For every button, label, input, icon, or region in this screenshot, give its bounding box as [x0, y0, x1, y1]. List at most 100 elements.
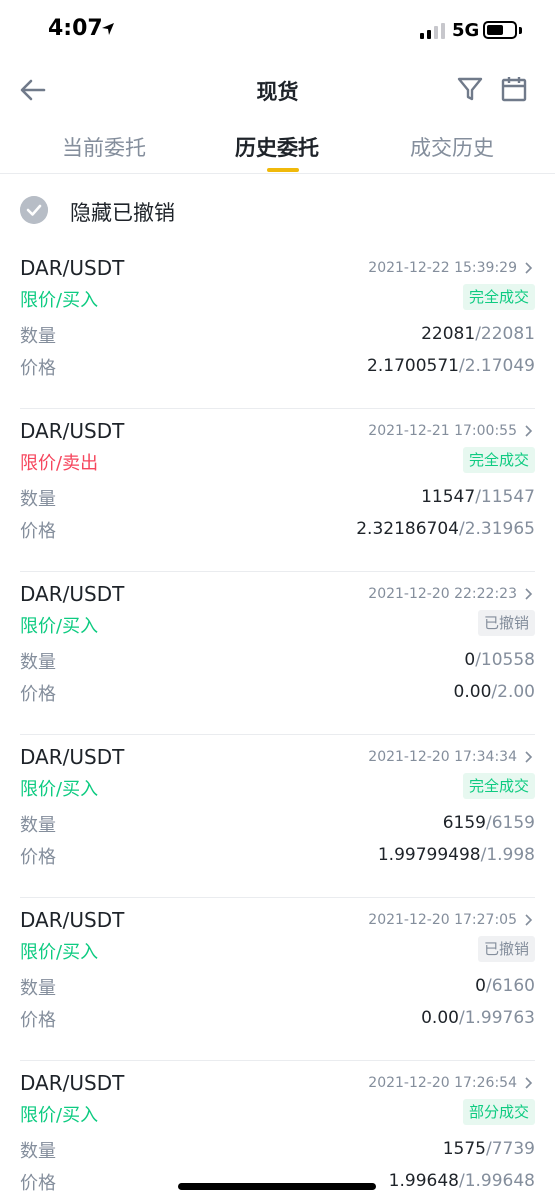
order-type: 限价/买入: [20, 942, 99, 963]
quantity-label: 数量: [20, 652, 56, 673]
price-order: /1.998: [480, 845, 535, 865]
price-value: 2.32186704/2.31965: [356, 519, 535, 539]
order-type: 限价/卖出: [20, 453, 99, 474]
price-value: 1.99799498/1.998: [378, 845, 535, 865]
quantity-total: /10558: [475, 650, 535, 670]
quantity-total: /7739: [486, 1139, 535, 1159]
quantity-filled: 6159: [442, 813, 486, 833]
hide-cancelled-label: 隐藏已撤销: [70, 201, 175, 225]
order-pair: DAR/USDT: [20, 256, 125, 280]
price-value: 0.00/2.00: [454, 682, 535, 702]
quantity-total: /22081: [475, 324, 535, 344]
chevron-right-icon: [525, 1077, 533, 1089]
chevron-right-icon: [525, 425, 533, 437]
quantity-label: 数量: [20, 489, 56, 510]
status-badge: 完全成交: [462, 447, 535, 473]
price-label: 价格: [20, 847, 56, 868]
quantity-value: 0/10558: [464, 650, 535, 670]
quantity-value: 11547/11547: [421, 487, 535, 507]
status-bar: 4:07 5G: [0, 0, 555, 60]
order-item[interactable]: DAR/USDT 2021-12-20 17:26:54 限价/买入 部分成交 …: [0, 1061, 555, 1200]
order-time: 2021-12-20 17:34:34: [368, 749, 517, 765]
order-type: 限价/买入: [20, 290, 99, 311]
price-average: 0.00: [453, 682, 492, 702]
price-average: 0.00: [421, 1008, 459, 1028]
active-tab-indicator: [267, 168, 299, 172]
price-order: /2.17049: [458, 356, 535, 376]
status-badge: 已撤销: [477, 610, 535, 636]
nav-bar: 现货: [0, 62, 555, 118]
quantity-filled: 22081: [421, 324, 476, 344]
chevron-right-icon: [525, 751, 533, 763]
status-badge: 完全成交: [462, 773, 535, 799]
filter-icon[interactable]: [455, 74, 485, 104]
order-type: 限价/买入: [20, 779, 99, 800]
status-time: 4:07: [48, 16, 103, 41]
price-order: /2.31965: [458, 519, 535, 539]
order-time: 2021-12-20 17:26:54: [368, 1075, 517, 1091]
chevron-right-icon: [525, 262, 533, 274]
quantity-filled: 1575: [442, 1139, 486, 1159]
quantity-value: 1575/7739: [443, 1139, 535, 1159]
tab-order-history[interactable]: 历史委托: [235, 132, 319, 162]
quantity-label: 数量: [20, 978, 56, 999]
price-order: /1.99648: [458, 1171, 535, 1191]
price-average: 2.1700571: [367, 356, 459, 376]
network-type: 5G: [452, 20, 480, 41]
order-item[interactable]: DAR/USDT 2021-12-22 15:39:29 限价/买入 完全成交 …: [0, 246, 555, 409]
price-label: 价格: [20, 1010, 56, 1031]
quantity-value: 0/6160: [475, 976, 535, 996]
location-arrow-icon: [102, 23, 114, 35]
order-type: 限价/买入: [20, 616, 99, 637]
tab-open-orders[interactable]: 当前委托: [62, 132, 146, 162]
order-pair: DAR/USDT: [20, 1071, 125, 1095]
price-value: 1.99648/1.99648: [389, 1171, 535, 1191]
signal-icon: [420, 23, 445, 39]
calendar-icon[interactable]: [499, 74, 529, 104]
status-badge: 完全成交: [462, 284, 535, 310]
price-average: 1.99799498: [377, 845, 481, 865]
order-pair: DAR/USDT: [20, 419, 125, 443]
price-value: 2.1700571/2.17049: [367, 356, 535, 376]
order-tabs: 当前委托 历史委托 成交历史: [0, 124, 555, 174]
quantity-total: /11547: [475, 487, 535, 507]
order-type: 限价/买入: [20, 1105, 99, 1126]
quantity-filled: 0: [464, 650, 476, 670]
quantity-total: /6160: [486, 976, 535, 996]
quantity-total: /6159: [486, 813, 535, 833]
price-order: /1.99763: [458, 1008, 535, 1028]
quantity-value: 6159/6159: [443, 813, 535, 833]
order-time: 2021-12-20 17:27:05: [368, 912, 517, 928]
price-label: 价格: [20, 358, 56, 379]
price-value: 0.00/1.99763: [421, 1008, 535, 1028]
order-time: 2021-12-22 15:39:29: [368, 260, 517, 276]
status-badge: 部分成交: [462, 1099, 535, 1125]
order-pair: DAR/USDT: [20, 745, 125, 769]
price-order: /2.00: [491, 682, 535, 702]
tab-trade-history[interactable]: 成交历史: [410, 132, 494, 162]
price-average: 2.32186704: [356, 519, 459, 539]
order-item[interactable]: DAR/USDT 2021-12-21 17:00:55 限价/卖出 完全成交 …: [0, 409, 555, 572]
order-pair: DAR/USDT: [20, 908, 125, 932]
price-average: 1.99648: [388, 1171, 459, 1191]
quantity-filled: 0: [475, 976, 486, 996]
order-time: 2021-12-21 17:00:55: [368, 423, 517, 439]
checkmark-icon[interactable]: [20, 196, 48, 224]
battery-tip: [519, 27, 522, 34]
quantity-label: 数量: [20, 815, 56, 836]
order-item[interactable]: DAR/USDT 2021-12-20 17:27:05 限价/买入 已撤销 数…: [0, 898, 555, 1061]
price-label: 价格: [20, 684, 56, 705]
status-badge: 已撤销: [477, 936, 535, 962]
chevron-right-icon: [525, 914, 533, 926]
chevron-right-icon: [525, 588, 533, 600]
home-indicator[interactable]: [178, 1183, 376, 1190]
order-item[interactable]: DAR/USDT 2021-12-20 17:34:34 限价/买入 完全成交 …: [0, 735, 555, 898]
price-label: 价格: [20, 1173, 56, 1194]
order-item[interactable]: DAR/USDT 2021-12-20 22:22:23 限价/买入 已撤销 数…: [0, 572, 555, 735]
order-pair: DAR/USDT: [20, 582, 125, 606]
quantity-label: 数量: [20, 326, 56, 347]
quantity-value: 22081/22081: [421, 324, 535, 344]
order-time: 2021-12-20 22:22:23: [368, 586, 517, 602]
battery-icon: [483, 21, 517, 39]
price-label: 价格: [20, 521, 56, 542]
